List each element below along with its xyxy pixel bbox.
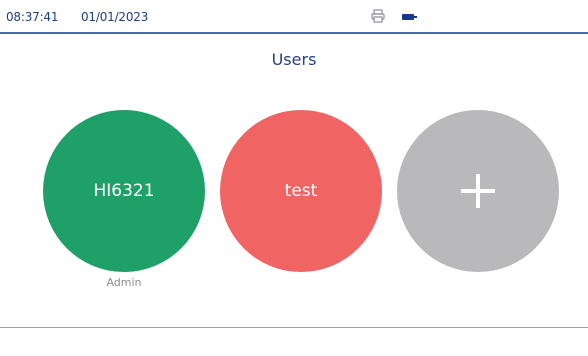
user-role: Admin — [106, 276, 142, 289]
bottom-divider — [0, 327, 588, 328]
user-tile-hi6321[interactable]: HI6321 — [43, 110, 205, 272]
battery-icon — [402, 14, 417, 20]
printer-icon — [371, 9, 385, 23]
user-name: test — [284, 181, 318, 201]
add-user-button[interactable] — [397, 110, 559, 272]
status-time: 08:37:41 — [6, 10, 59, 24]
page-title: Users — [271, 50, 317, 69]
user-name: HI6321 — [93, 181, 155, 201]
users-screen: 08:37:41 01/01/2023 Users HI6321 Admin t… — [0, 0, 588, 356]
status-date: 01/01/2023 — [81, 10, 149, 24]
plus-icon — [461, 174, 495, 208]
status-bar: 08:37:41 01/01/2023 — [0, 0, 588, 34]
user-tile-test[interactable]: test — [220, 110, 382, 272]
